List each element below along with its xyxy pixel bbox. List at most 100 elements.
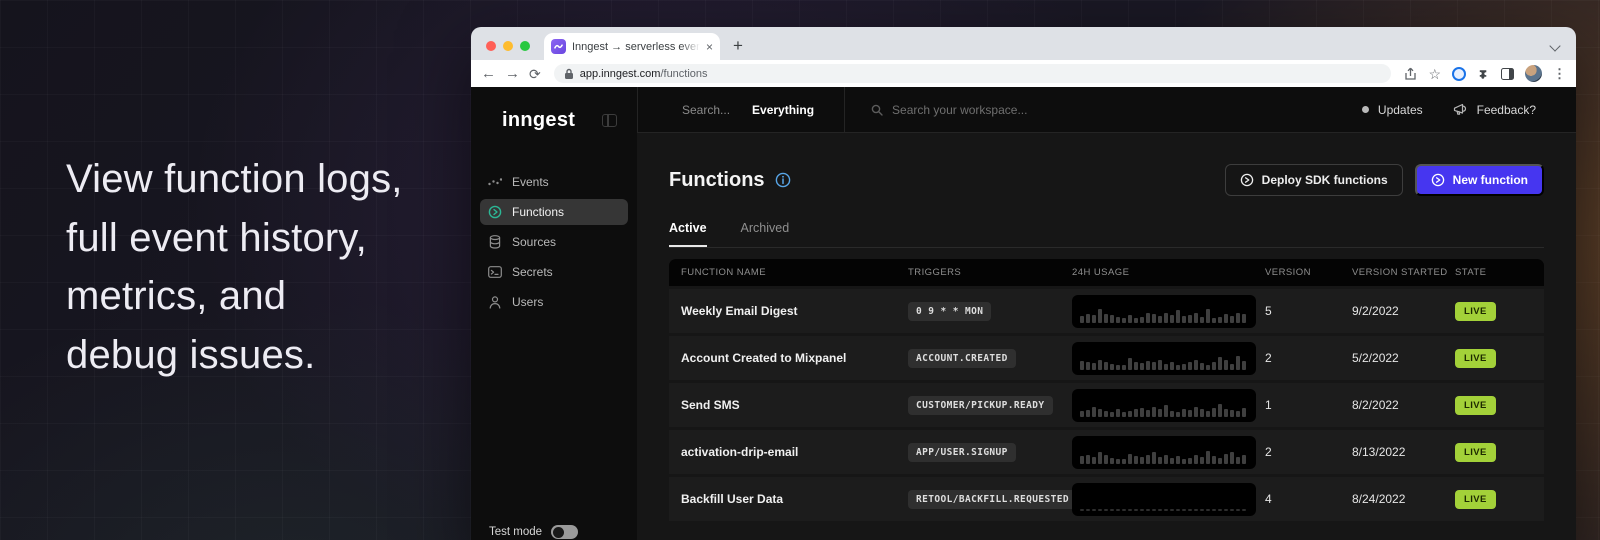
function-name: Backfill User Data: [681, 492, 908, 506]
column-header: FUNCTION NAME: [681, 267, 908, 278]
browser-tabstrip: Inngest → serverless event-dri × +: [471, 27, 1576, 60]
new-function-icon: [1431, 173, 1445, 187]
usage-sparkline: [1072, 436, 1256, 469]
sidebar: inngest Events Functions: [471, 87, 637, 540]
deploy-button-label: Deploy SDK functions: [1262, 173, 1388, 187]
usage-sparkline: [1072, 389, 1256, 422]
profile-avatar[interactable]: [1525, 65, 1542, 82]
main-content: Functions Deploy SDK functions New funct…: [637, 133, 1576, 540]
state-badge: LIVE: [1455, 349, 1496, 368]
sidebar-item-label: Users: [512, 295, 543, 309]
tab-active[interactable]: Active: [669, 221, 707, 247]
url-host: app.inngest.com: [580, 68, 661, 80]
function-name: Weekly Email Digest: [681, 304, 908, 318]
column-header: VERSION: [1265, 267, 1352, 278]
table-row[interactable]: Backfill User Data RETOOL/BACKFILL.REQUE…: [669, 477, 1544, 521]
workspace-search-placeholder: Search your workspace...: [892, 103, 1027, 117]
version-value: 2: [1265, 445, 1352, 459]
inngest-favicon-icon: [551, 39, 566, 54]
page-background: View function logs, full event history, …: [0, 0, 1600, 540]
sidebar-item-secrets[interactable]: Secrets: [480, 259, 628, 285]
back-button[interactable]: ←: [481, 66, 496, 81]
usage-sparkline: [1072, 295, 1256, 328]
sidebar-menu: Events Functions Sources: [471, 169, 637, 315]
version-value: 1: [1265, 398, 1352, 412]
state-badge: LIVE: [1455, 443, 1496, 462]
search-scope-everything[interactable]: Everything: [752, 103, 814, 117]
table-row[interactable]: activation-drip-email APP/USER.SIGNUP 2 …: [669, 430, 1544, 474]
side-panel-icon[interactable]: [1501, 68, 1514, 80]
hero-line: full event history,: [66, 209, 403, 268]
test-mode-toggle[interactable]: [551, 525, 578, 539]
share-icon[interactable]: [1404, 67, 1417, 81]
inngest-logo: inngest: [502, 109, 575, 132]
column-header: TRIGGERS: [908, 267, 1072, 278]
page-title: Functions: [669, 169, 765, 192]
state-badge: LIVE: [1455, 490, 1496, 509]
feedback-button[interactable]: Feedback?: [1453, 103, 1536, 117]
inngest-app: inngest Events Functions: [471, 87, 1576, 540]
hero-text: View function logs, full event history, …: [66, 150, 403, 384]
zoom-window-button[interactable]: [520, 41, 530, 51]
version-started-value: 8/2/2022: [1352, 398, 1455, 412]
version-started-value: 8/13/2022: [1352, 445, 1455, 459]
function-name: activation-drip-email: [681, 445, 908, 459]
table-row[interactable]: Account Created to Mixpanel ACCOUNT.CREA…: [669, 336, 1544, 380]
window-controls: [486, 41, 530, 51]
sidebar-item-functions[interactable]: Functions: [480, 199, 628, 225]
minimize-window-button[interactable]: [503, 41, 513, 51]
version-value: 2: [1265, 351, 1352, 365]
updates-button[interactable]: Updates: [1362, 103, 1423, 117]
version-value: 5: [1265, 304, 1352, 318]
url-bar[interactable]: app.inngest.com/functions: [554, 64, 1392, 83]
browser-menu-icon[interactable]: ⋮: [1553, 67, 1566, 80]
deploy-sdk-functions-button[interactable]: Deploy SDK functions: [1225, 164, 1403, 196]
sidebar-collapse-icon[interactable]: [602, 114, 617, 127]
browser-tab[interactable]: Inngest → serverless event-dri ×: [544, 33, 720, 60]
search-icon: [871, 104, 883, 116]
workspace-search-input[interactable]: Search your workspace...: [871, 103, 1027, 117]
sources-database-icon: [488, 235, 502, 249]
new-function-button[interactable]: New function: [1415, 164, 1544, 196]
test-mode-label: Test mode: [489, 526, 542, 538]
tab-close-icon[interactable]: ×: [706, 41, 713, 53]
column-header: VERSION STARTED: [1352, 267, 1455, 278]
sidebar-item-users[interactable]: Users: [480, 289, 628, 315]
close-window-button[interactable]: [486, 41, 496, 51]
sidebar-item-label: Events: [512, 175, 549, 189]
events-icon: [488, 175, 502, 189]
sidebar-item-label: Functions: [512, 205, 564, 219]
secrets-terminal-icon: [488, 265, 502, 279]
info-icon[interactable]: [775, 172, 791, 188]
version-started-value: 9/2/2022: [1352, 304, 1455, 318]
extensions-puzzle-icon[interactable]: [1477, 67, 1490, 80]
tab-archived[interactable]: Archived: [741, 221, 790, 247]
state-badge: LIVE: [1455, 396, 1496, 415]
nav-divider: [844, 87, 845, 133]
sidebar-item-events[interactable]: Events: [480, 169, 628, 195]
chevron-down-icon[interactable]: [1551, 37, 1560, 46]
table-row[interactable]: Send SMS CUSTOMER/PICKUP.READY 1 8/2/202…: [669, 383, 1544, 427]
trigger-badge: CUSTOMER/PICKUP.READY: [908, 396, 1053, 415]
bookmark-star-icon[interactable]: ☆: [1428, 67, 1441, 81]
megaphone-icon: [1453, 103, 1468, 116]
updates-label: Updates: [1378, 103, 1423, 117]
sidebar-item-sources[interactable]: Sources: [480, 229, 628, 255]
trigger-badge: 0 9 * * MON: [908, 302, 991, 321]
feedback-label: Feedback?: [1477, 103, 1536, 117]
forward-button[interactable]: →: [505, 66, 520, 81]
version-started-value: 5/2/2022: [1352, 351, 1455, 365]
deploy-icon: [1240, 173, 1254, 187]
onepassword-extension-icon[interactable]: [1452, 67, 1466, 81]
search-label[interactable]: Search...: [682, 103, 730, 117]
usage-sparkline: [1072, 342, 1256, 375]
users-person-icon: [488, 295, 502, 309]
new-tab-button[interactable]: +: [733, 37, 743, 54]
trigger-badge: ACCOUNT.CREATED: [908, 349, 1016, 368]
usage-sparkline: [1072, 483, 1256, 516]
url-path: /functions: [660, 68, 707, 80]
reload-button[interactable]: ⟳: [529, 67, 541, 81]
table-row[interactable]: Weekly Email Digest 0 9 * * MON 5 9/2/20…: [669, 289, 1544, 333]
version-started-value: 8/24/2022: [1352, 492, 1455, 506]
hero-line: View function logs,: [66, 150, 403, 209]
